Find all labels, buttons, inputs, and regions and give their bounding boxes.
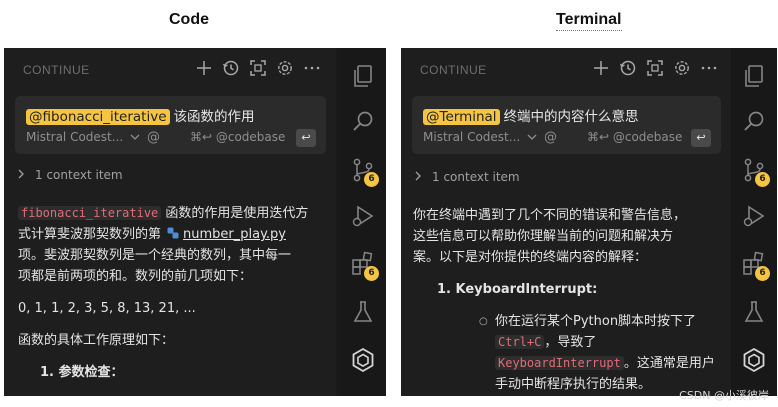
- answer-text: 函数的作用是使用迭代方: [161, 206, 309, 221]
- explorer-icon[interactable]: [349, 62, 377, 90]
- assistant-answer: fibonacci_iterative 函数的作用是使用迭代方 式计算斐波那契数…: [18, 203, 336, 383]
- bullet-item: ○ 你在运行某个Python脚本时按下了 Ctrl+C ，导致了 Keyboard…: [413, 311, 731, 395]
- chevron-down-icon: [527, 134, 537, 140]
- chat-input-box[interactable]: @fibonacci_iterative 该函数的作用 Mistral Codes…: [15, 96, 326, 154]
- fullscreen-icon[interactable]: [645, 58, 665, 78]
- input-footer: Mistral Codest... @ ⌘↩ @codebase ↩: [423, 129, 711, 148]
- answer-text: 式计算斐波那契数列的第: [18, 227, 162, 242]
- context-label: 1 context item: [432, 170, 520, 184]
- model-name: Mistral Codest...: [423, 130, 521, 144]
- history-icon[interactable]: [618, 58, 638, 78]
- file-link[interactable]: number_play.py: [183, 227, 286, 242]
- answer-line: 你在终端中遇到了几个不同的错误和警告信息，: [413, 208, 687, 223]
- testing-flask-icon[interactable]: [349, 298, 377, 326]
- at-mention-button[interactable]: @: [544, 130, 557, 145]
- more-options-icon[interactable]: [699, 58, 719, 78]
- fullscreen-icon[interactable]: [248, 58, 268, 78]
- toolbar-icons: [591, 58, 719, 78]
- source-control-badge: 6: [364, 172, 379, 187]
- model-selector[interactable]: Mistral Codest...: [26, 130, 140, 144]
- continue-header: CONTINUE: [420, 63, 487, 77]
- codebase-shortcut[interactable]: ⌘↩ @codebase: [190, 130, 285, 144]
- assistant-answer: 你在终端中遇到了几个不同的错误和警告信息， 这些信息可以帮助你理解当前的问题和解…: [413, 205, 731, 395]
- answer-line: 项都是前两项的和。数列的前几项如下：: [18, 269, 253, 284]
- run-debug-icon[interactable]: [740, 202, 768, 230]
- context-items-toggle[interactable]: 1 context item: [414, 170, 520, 184]
- answer-line: 你在运行某个Python脚本时按下了: [495, 314, 697, 329]
- inline-code: fibonacci_iterative: [18, 206, 162, 220]
- history-icon[interactable]: [221, 58, 241, 78]
- codebase-shortcut[interactable]: ⌘↩ @codebase: [587, 130, 682, 144]
- chat-topbar: CONTINUE: [4, 48, 336, 90]
- answer-line: 案。以下是对你提供的终端内容的解释：: [413, 250, 648, 265]
- terminal-screenshot-panel: CONTINUE @Terminal 终端中的内容什么意思 Mistral Cod…: [401, 48, 777, 396]
- input-footer: Mistral Codest... @ ⌘↩ @codebase ↩: [26, 129, 316, 148]
- answer-line: KeyboardInterrupt 。这通常是用户: [495, 353, 731, 374]
- user-question: @fibonacci_iterative 该函数的作用: [26, 105, 255, 125]
- caption-terminal: Terminal: [556, 11, 622, 31]
- context-items-toggle[interactable]: 1 context item: [17, 168, 123, 182]
- fibonacci-sequence: 0, 1, 1, 2, 3, 5, 8, 13, 21, ...: [18, 301, 196, 316]
- mention-chip: @fibonacci_iterative: [26, 109, 170, 125]
- chevron-down-icon: [130, 134, 140, 140]
- csdn-watermark: CSDN @小溪彼岸: [679, 389, 769, 402]
- list-item-heading: 1. KeyboardInterrupt:: [413, 279, 731, 300]
- inline-code: KeyboardInterrupt: [495, 356, 624, 370]
- testing-flask-icon[interactable]: [740, 298, 768, 326]
- user-question: @Terminal 终端中的内容什么意思: [423, 105, 639, 125]
- bullet-marker-icon: ○: [479, 316, 488, 327]
- new-session-icon[interactable]: [194, 58, 214, 78]
- answer-text: 。这通常是用户: [623, 356, 715, 371]
- settings-gear-icon[interactable]: [672, 58, 692, 78]
- chat-pane: CONTINUE @fibonacci_iterative 该函数的作用 Mist…: [4, 48, 336, 396]
- step-heading: 1. 参数检查：: [40, 365, 124, 380]
- new-session-icon[interactable]: [591, 58, 611, 78]
- list-number: 1.: [437, 282, 451, 297]
- code-screenshot-panel: CONTINUE @fibonacci_iterative 该函数的作用 Mist…: [4, 48, 386, 396]
- activity-bar: 6 6: [340, 48, 386, 396]
- list-item-title: KeyboardInterrupt: [455, 282, 593, 297]
- enter-button[interactable]: ↩: [296, 129, 316, 147]
- continue-extension-icon[interactable]: [740, 346, 768, 374]
- settings-gear-icon[interactable]: [275, 58, 295, 78]
- model-name: Mistral Codest...: [26, 130, 124, 144]
- mention-chip: @Terminal: [423, 109, 500, 125]
- search-icon[interactable]: [740, 108, 768, 136]
- answer-line: fibonacci_iterative 函数的作用是使用迭代方: [18, 203, 336, 224]
- extensions-badge: 6: [755, 266, 770, 281]
- answer-line: Ctrl+C ，导致了: [495, 332, 731, 353]
- extensions-badge: 6: [364, 266, 379, 281]
- inline-code: Ctrl+C: [495, 335, 545, 349]
- at-mention-button[interactable]: @: [147, 130, 160, 145]
- continue-header: CONTINUE: [23, 63, 90, 77]
- continue-extension-icon[interactable]: [349, 346, 377, 374]
- answer-line: 函数的具体工作原理如下：: [18, 333, 175, 348]
- question-text: 该函数的作用: [173, 109, 255, 125]
- question-text: 终端中的内容什么意思: [503, 109, 639, 125]
- activity-bar: 6 6: [731, 48, 777, 396]
- enter-button[interactable]: ↩: [691, 129, 711, 147]
- search-icon[interactable]: [349, 108, 377, 136]
- python-file-icon: [167, 225, 179, 239]
- answer-text: ，导致了: [544, 335, 597, 350]
- model-selector[interactable]: Mistral Codest...: [423, 130, 537, 144]
- chat-topbar: CONTINUE: [401, 48, 731, 90]
- answer-line: 项。斐波那契数列是一个经典的数列，其中每一: [18, 248, 292, 263]
- run-debug-icon[interactable]: [349, 202, 377, 230]
- explorer-icon[interactable]: [740, 62, 768, 90]
- chevron-right-icon: [415, 171, 421, 181]
- context-label: 1 context item: [35, 168, 123, 182]
- list-item-colon: :: [592, 282, 598, 297]
- chat-input-box[interactable]: @Terminal 终端中的内容什么意思 Mistral Codest... @ …: [412, 96, 721, 154]
- more-options-icon[interactable]: [302, 58, 322, 78]
- source-control-badge: 6: [755, 172, 770, 187]
- toolbar-icons: [194, 58, 322, 78]
- chevron-right-icon: [18, 169, 24, 179]
- answer-line: 这些信息可以帮助你理解当前的问题和解决方: [413, 229, 674, 244]
- answer-line: 式计算斐波那契数列的第 number_play.py: [18, 224, 336, 245]
- caption-code: Code: [169, 11, 209, 28]
- chat-pane: CONTINUE @Terminal 终端中的内容什么意思 Mistral Cod…: [401, 48, 731, 396]
